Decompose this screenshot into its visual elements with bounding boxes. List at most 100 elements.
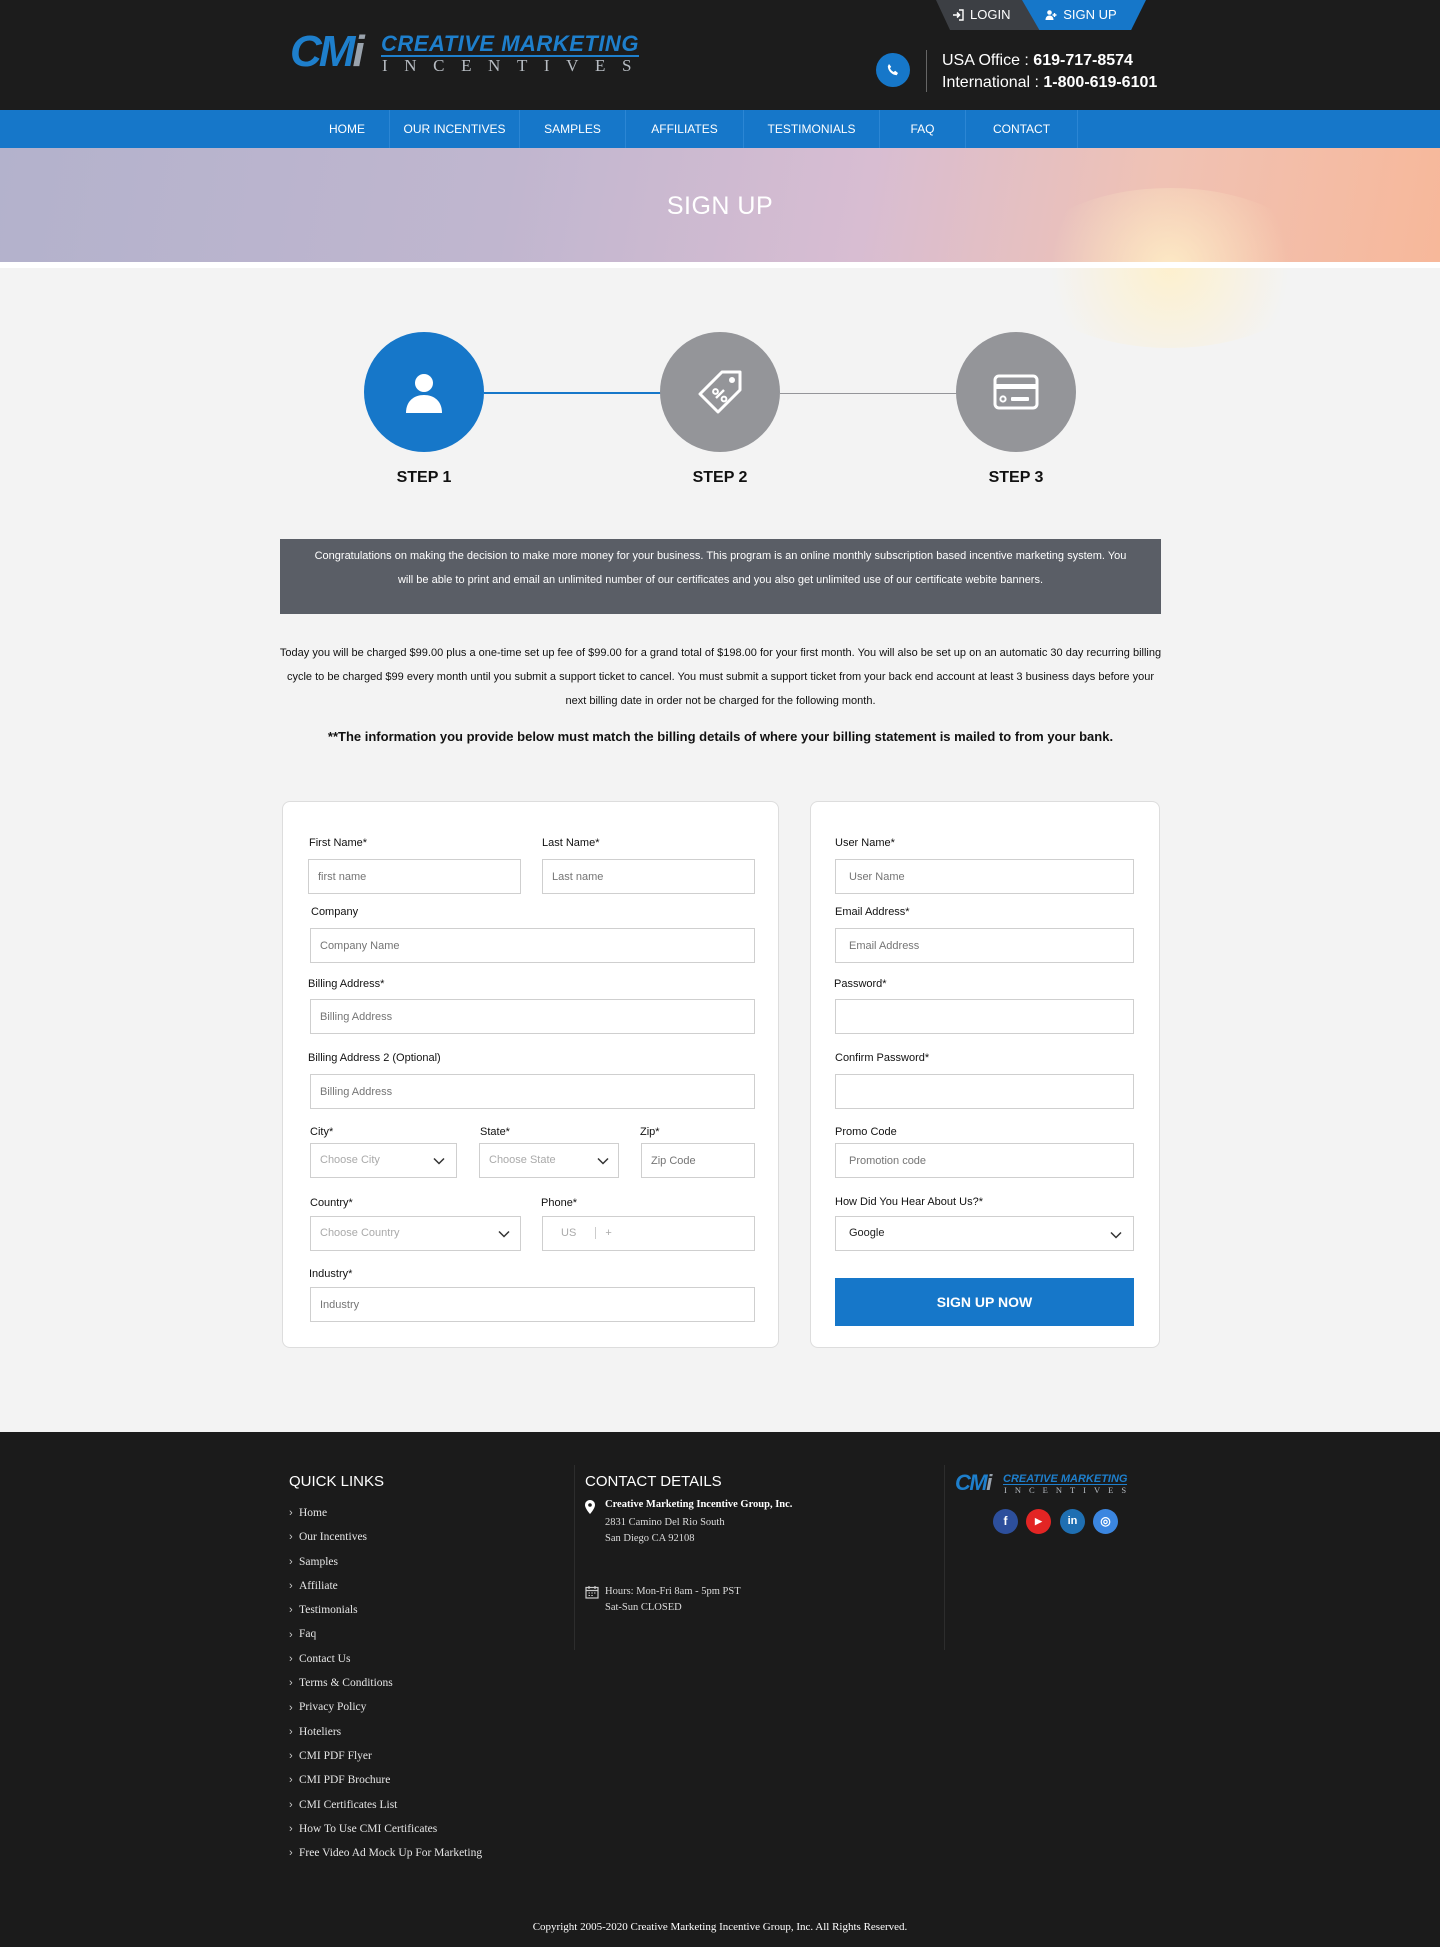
city-select-value: Choose City <box>320 1154 380 1166</box>
last-name-label: Last Name* <box>542 837 600 849</box>
nav-item-affiliates[interactable]: AFFILIATES <box>626 110 744 148</box>
confirm-password-field[interactable] <box>835 1074 1134 1109</box>
calendar-icon <box>585 1586 599 1599</box>
linkedin-icon[interactable]: in <box>1060 1509 1085 1534</box>
billing-address-2-field[interactable] <box>310 1074 755 1109</box>
logo-line-2: INCENTIVES <box>382 56 649 75</box>
chevron-down-icon <box>597 1157 609 1165</box>
promo-code-field[interactable] <box>835 1143 1134 1178</box>
footer-logo-mark: CMi <box>955 1470 992 1495</box>
quick-link[interactable]: › Affiliate <box>289 1574 482 1598</box>
quick-link-label: Free Video Ad Mock Up For Marketing <box>299 1847 483 1860</box>
chevron-right-icon: › <box>289 1604 293 1617</box>
chevron-right-icon: › <box>289 1701 293 1714</box>
email-field[interactable] <box>835 928 1134 963</box>
phone-separator <box>595 1227 597 1240</box>
footer-logo-line-1: CREATIVE MARKETING <box>1003 1473 1128 1485</box>
credit-card-icon <box>993 374 1039 410</box>
quick-link-label: Contact Us <box>299 1652 351 1665</box>
facebook-icon[interactable]: f <box>993 1509 1018 1534</box>
chevron-right-icon: › <box>289 1580 293 1593</box>
quick-link[interactable]: › Contact Us <box>289 1647 482 1671</box>
charge-description: Today you will be charged $99.00 plus a … <box>279 647 1162 707</box>
zip-field[interactable] <box>641 1143 755 1178</box>
promo-code-label: Promo Code <box>835 1126 897 1138</box>
phone-icon <box>876 53 910 87</box>
username-label: User Name* <box>835 837 895 849</box>
copyright: Copyright 2005-2020 Creative Marketing I… <box>532 1921 908 1933</box>
quick-link-label: CMI PDF Brochure <box>299 1774 391 1787</box>
chevron-right-icon: › <box>289 1677 293 1690</box>
billing-note: **The information you provide below must… <box>327 729 1114 744</box>
quick-link[interactable]: › Samples <box>289 1550 482 1574</box>
phone-field[interactable]: US + <box>542 1216 755 1251</box>
chevron-right-icon: › <box>289 1628 293 1641</box>
nav-item-contact[interactable]: CONTACT <box>966 110 1078 148</box>
international-line: International : 1-800-619-6101 <box>942 72 1157 94</box>
chevron-down-icon <box>498 1230 510 1238</box>
international-phone[interactable]: 1-800-619-6101 <box>1043 74 1157 91</box>
referral-source-label: How Did You Hear About Us?* <box>835 1196 983 1208</box>
usa-office-phone[interactable]: 619-717-8574 <box>1033 52 1133 69</box>
quick-link[interactable]: › CMI PDF Flyer <box>289 1744 482 1768</box>
signup-tab-label: SIGN UP <box>1063 7 1117 22</box>
quick-link[interactable]: › Terms & Conditions <box>289 1671 482 1695</box>
step-2-circle <box>660 332 780 452</box>
site-header: CMi CREATIVE MARKETING INCENTIVES LOGIN … <box>0 0 1440 110</box>
quick-link[interactable]: › Testimonials <box>289 1598 482 1622</box>
country-select[interactable]: Choose Country <box>310 1216 521 1251</box>
billing-address-2-label: Billing Address 2 (Optional) <box>308 1052 441 1064</box>
contact-divider <box>926 50 927 92</box>
billing-address-label: Billing Address* <box>308 978 385 990</box>
login-label: LOGIN <box>970 7 1011 22</box>
sign-up-now-button[interactable]: SIGN UP NOW <box>835 1278 1134 1326</box>
youtube-icon[interactable]: ▶ <box>1026 1509 1051 1534</box>
footer-company-name: Creative Marketing Incentive Group, Inc. <box>605 1499 793 1510</box>
referral-source-select[interactable]: Google <box>835 1216 1134 1251</box>
nav-item-testimonials[interactable]: TESTIMONIALS <box>744 110 880 148</box>
contact-numbers: USA Office : 619-717-8574 International … <box>942 50 1157 94</box>
quick-link-label: How To Use CMI Certificates <box>299 1822 438 1835</box>
quick-link[interactable]: › CMI Certificates List <box>289 1793 482 1817</box>
quick-link[interactable]: › Our Incentives <box>289 1525 482 1549</box>
last-name-field[interactable] <box>542 859 755 894</box>
nav-item-our-incentives[interactable]: OUR INCENTIVES <box>390 110 520 148</box>
nav-item-faq[interactable]: FAQ <box>880 110 966 148</box>
phone-label: Phone* <box>541 1197 578 1209</box>
username-field[interactable] <box>835 859 1134 894</box>
footer-logo[interactable]: CMi CREATIVE MARKETING INCENTIVES <box>955 1470 1155 1495</box>
quick-link[interactable]: › Faq <box>289 1622 482 1646</box>
industry-field[interactable] <box>310 1287 755 1322</box>
first-name-field[interactable] <box>308 859 521 894</box>
company-field[interactable] <box>310 928 755 963</box>
first-name-label: First Name* <box>309 837 368 849</box>
phone-country-code[interactable]: US <box>561 1227 576 1239</box>
quick-link-label: CMI PDF Flyer <box>299 1749 372 1762</box>
password-field[interactable] <box>835 999 1134 1034</box>
step-2-label: STEP 2 <box>692 469 748 486</box>
quick-link[interactable]: › How To Use CMI Certificates <box>289 1817 482 1841</box>
step-1-circle <box>364 332 484 452</box>
country-label: Country* <box>310 1197 353 1209</box>
signup-tab-button[interactable]: SIGN UP <box>1022 0 1146 30</box>
company-label: Company <box>311 906 359 918</box>
usa-office-line: USA Office : 619-717-8574 <box>942 50 1157 72</box>
quick-link[interactable]: › Free Video Ad Mock Up For Marketing <box>289 1841 482 1865</box>
quick-link[interactable]: › Hoteliers <box>289 1720 482 1744</box>
quick-link-label: Affiliate <box>299 1579 338 1592</box>
nav-item-home[interactable]: HOME <box>305 110 390 148</box>
footer-divider <box>944 1465 945 1650</box>
quick-link[interactable]: › Privacy Policy <box>289 1695 482 1719</box>
quick-link[interactable]: › CMI PDF Brochure <box>289 1768 482 1792</box>
site-logo[interactable]: CMi CREATIVE MARKETING INCENTIVES <box>290 30 665 76</box>
quick-link-label: Terms & Conditions <box>299 1677 393 1690</box>
quick-link[interactable]: › Home <box>289 1501 482 1525</box>
banner-strip <box>0 262 1440 268</box>
chevron-right-icon: › <box>289 1823 293 1835</box>
billing-address-field[interactable] <box>310 999 755 1034</box>
instagram-icon[interactable]: ◎ <box>1093 1509 1118 1534</box>
email-label: Email Address* <box>835 906 910 918</box>
nav-item-samples[interactable]: SAMPLES <box>520 110 626 148</box>
chevron-right-icon: › <box>289 1507 293 1520</box>
tag-icon <box>698 370 742 414</box>
